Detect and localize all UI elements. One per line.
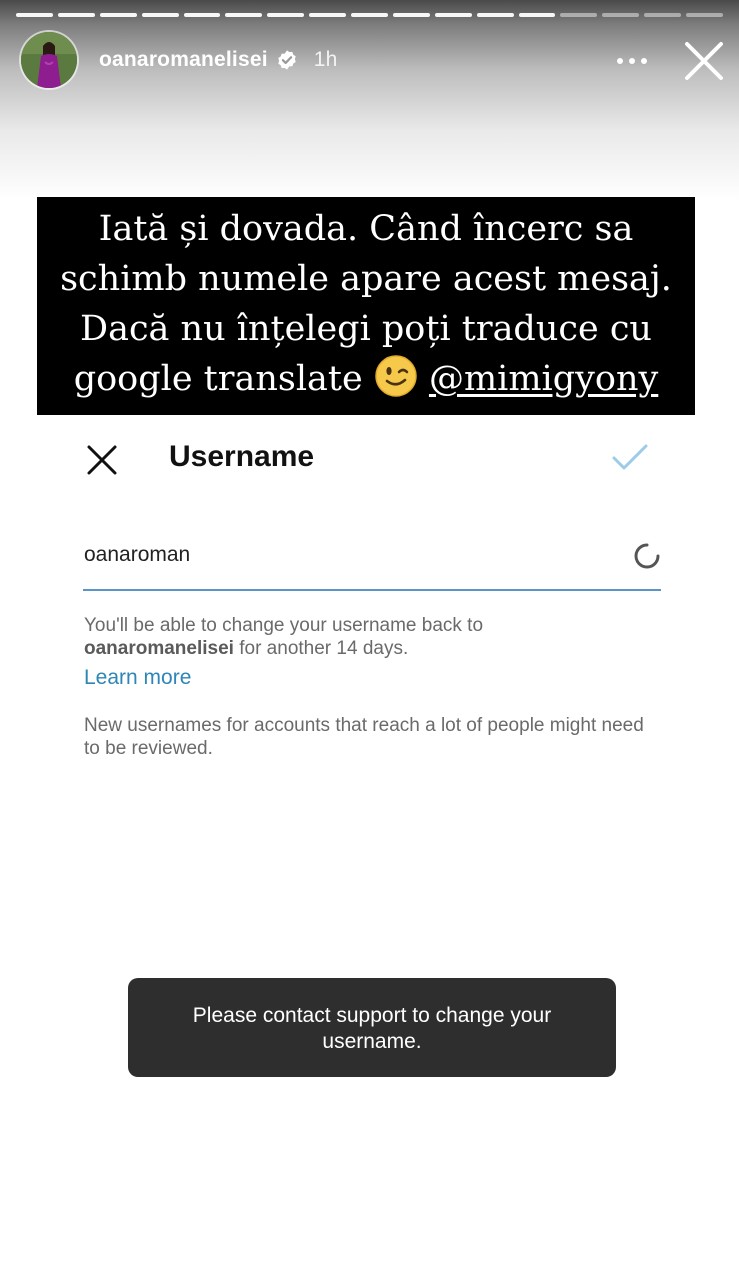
story-progress-bar: [16, 13, 723, 17]
helper-text-suffix: for another 14 days.: [233, 638, 409, 659]
username-helper-text: You'll be able to change your username b…: [84, 614, 664, 660]
story-progress-segment: [560, 13, 598, 17]
story-progress-segment: [476, 13, 514, 17]
story-progress-segment: [351, 13, 388, 17]
error-toast: Please contact support to change your us…: [128, 978, 616, 1077]
caption-mention-link[interactable]: @mimigyony: [429, 359, 658, 399]
username-input[interactable]: oanaroman: [84, 543, 190, 567]
caption-line-4: google translate @mimigyony: [41, 354, 691, 404]
story-progress-segment: [602, 13, 640, 17]
close-icon[interactable]: [86, 444, 118, 476]
verified-badge-icon: [278, 50, 296, 70]
story-progress-segment: [16, 13, 53, 17]
story-username-row[interactable]: oanaromanelisei 1h: [99, 48, 338, 72]
winking-face-emoji: [375, 355, 417, 397]
story-progress-segment: [267, 13, 305, 17]
caption-line-3: Dacă nu înțelegi poți traduce cu: [80, 309, 652, 349]
caption-line-2: schimb numele apare acest mesaj.: [60, 259, 672, 299]
caption-line-1: Iată și dovada. Când încerc sa: [98, 209, 634, 249]
story-progress-segment: [392, 13, 430, 17]
helper-username: oanaromanelisei: [84, 638, 234, 659]
story-progress-segment: [57, 13, 95, 17]
toast-message: Please contact support to change your us…: [192, 1004, 552, 1053]
story-progress-segment: [686, 13, 723, 17]
story-username[interactable]: oanaromanelisei: [99, 48, 268, 72]
story-progress-segment: [183, 13, 221, 17]
caption-line-4-text: google translate: [73, 359, 374, 399]
story-progress-segment: [99, 13, 137, 17]
checkmark-icon[interactable]: [611, 443, 649, 473]
avatar-image: [21, 32, 77, 88]
avatar[interactable]: [21, 32, 77, 88]
story-progress-segment: [141, 13, 179, 17]
loading-spinner-icon: [634, 543, 660, 569]
page-title: Username: [169, 440, 315, 473]
input-underline: [83, 589, 661, 591]
story-caption: Iată și dovada. Când încerc sa schimb nu…: [37, 197, 695, 415]
more-horizontal-icon[interactable]: [612, 49, 652, 73]
review-note-text: New usernames for accounts that reach a …: [84, 715, 644, 759]
story-header-gradient: [0, 0, 739, 200]
story-progress-segment: [644, 13, 681, 17]
story-progress-segment: [309, 13, 346, 17]
story-progress-segment: [225, 13, 263, 17]
helper-text-prefix: You'll be able to change your username b…: [84, 615, 484, 636]
story-timestamp: 1h: [313, 48, 338, 71]
close-icon[interactable]: [681, 38, 727, 84]
story-progress-segment: [518, 13, 556, 17]
learn-more-link[interactable]: Learn more: [84, 666, 191, 690]
story-progress-segment: [434, 13, 472, 17]
